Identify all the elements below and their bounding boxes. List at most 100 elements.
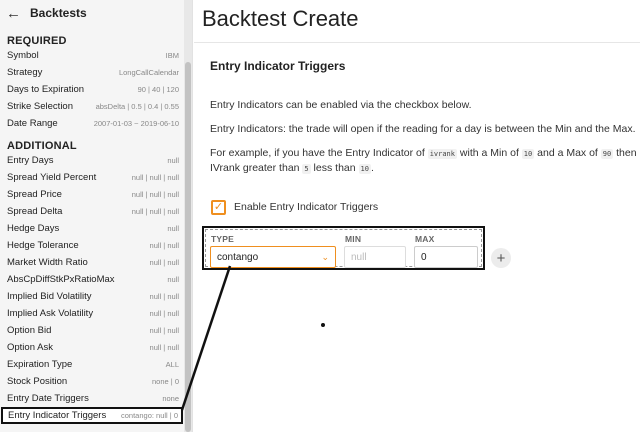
example-text-d: then — [613, 147, 637, 159]
sidebar-item-spread-delta[interactable]: Spread Delta null | null | null — [0, 203, 184, 220]
sidebar-item-label: Strike Selection — [7, 101, 74, 112]
sidebar-item-implied-ask-volatility[interactable]: Implied Ask Volatility null | null — [0, 305, 184, 322]
sidebar-item-label: Entry Days — [7, 155, 54, 166]
sidebar-scrollbar-thumb[interactable] — [185, 62, 191, 432]
example-line-2: IVrank greater than 5 less than 10. — [210, 162, 374, 174]
sidebar-item-label: Market Width Ratio — [7, 257, 88, 268]
arrow-left-icon[interactable]: ← — [6, 6, 24, 21]
sidebar-item-entry-date-triggers[interactable]: Entry Date Triggers none — [0, 390, 184, 407]
sidebar-item-option-ask[interactable]: Option Ask null | null — [0, 339, 184, 356]
max-input[interactable] — [414, 246, 478, 268]
example-text-a: For example, if you have the Entry Indic… — [210, 147, 428, 159]
sidebar-item-value: 90 | 40 | 120 — [137, 85, 179, 94]
sidebar-item-value: null | null | null — [131, 173, 179, 182]
enable-triggers-label[interactable]: Enable Entry Indicator Triggers — [234, 201, 378, 213]
sidebar-item-value: LongCallCalendar — [118, 68, 179, 77]
sidebar-item-label: Entry Date Triggers — [7, 393, 89, 404]
sidebar-item-value: IBM — [165, 51, 179, 60]
sidebar-item-hedge-days[interactable]: Hedge Days null — [0, 220, 184, 237]
sidebar-item-value: null | null — [149, 343, 179, 352]
sidebar-item-value: null | null | null — [131, 207, 179, 216]
add-trigger-button[interactable]: + — [491, 248, 511, 268]
sidebar-item-strategy[interactable]: Strategy LongCallCalendar — [0, 64, 184, 81]
sidebar-item-value: null — [167, 156, 179, 165]
type-select-value: contango — [217, 251, 259, 263]
description-line-1: Entry Indicators can be enabled via the … — [210, 99, 472, 111]
example-code-min: 10 — [521, 149, 535, 159]
sidebar-item-value: null | null — [149, 292, 179, 301]
max-column-label: MAX — [415, 234, 435, 244]
sidebar-item-entry-indicator-triggers[interactable]: Entry Indicator Triggers contango: null |… — [1, 407, 183, 424]
min-input[interactable] — [344, 246, 406, 268]
example-text-f: less than — [310, 162, 359, 174]
sidebar-item-label: Spread Delta — [7, 206, 63, 217]
sidebar-item-label: Stock Position — [7, 376, 68, 387]
description-line-2: Entry Indicators: the trade will open if… — [210, 123, 636, 135]
sidebar-item-option-bid[interactable]: Option Bid null | null — [0, 322, 184, 339]
sidebar-item-label: AbsCpDiffStkPxRatioMax — [7, 274, 115, 285]
sidebar-item-label: Implied Ask Volatility — [7, 308, 94, 319]
sidebar-item-label: Date Range — [7, 118, 58, 129]
sidebar-item-stock-position[interactable]: Stock Position none | 0 — [0, 373, 184, 390]
sidebar-item-market-width-ratio[interactable]: Market Width Ratio null | null — [0, 254, 184, 271]
sidebar-item-label: Option Bid — [7, 325, 52, 336]
sidebar-item-value: null | null — [149, 241, 179, 250]
enable-triggers-checkbox[interactable]: ✓ — [211, 200, 226, 215]
example-code-ivrank: ivrank — [427, 149, 457, 159]
type-select[interactable]: contango ⌄ — [210, 246, 336, 268]
sidebar-item-value: contango: null | 0 — [121, 411, 178, 420]
example-text-g: . — [370, 162, 374, 174]
sidebar-item-label: Days to Expiration — [7, 84, 85, 95]
min-column-label: MIN — [345, 234, 362, 244]
sidebar-item-value: null — [167, 275, 179, 284]
example-code-max: 90 — [600, 149, 614, 159]
page-title: Backtest Create — [202, 6, 359, 31]
sidebar-item-value: 2007-01-03 ~ 2019-06-10 — [93, 119, 179, 128]
sidebar-item-value: null | null — [149, 326, 179, 335]
cursor-dot — [321, 323, 325, 327]
sidebar-item-label: Implied Bid Volatility — [7, 291, 92, 302]
main-content: Backtest Create Entry Indicator Triggers… — [194, 0, 640, 432]
sidebar-item-spread-price[interactable]: Spread Price null | null | null — [0, 186, 184, 203]
sidebar-item-abscpdiffstkpxratiomax[interactable]: AbsCpDiffStkPxRatioMax null — [0, 271, 184, 288]
sidebar-item-value: none | 0 — [152, 377, 179, 386]
sidebar-item-entry-days[interactable]: Entry Days null — [0, 152, 184, 169]
sidebar-item-label: Entry Indicator Triggers — [8, 410, 107, 421]
additional-section-label: ADDITIONAL — [7, 140, 77, 152]
sidebar-item-label: Spread Yield Percent — [7, 172, 97, 183]
sidebar-item-label: Hedge Tolerance — [7, 240, 79, 251]
sidebar-item-value: absDelta | 0.5 | 0.4 | 0.55 — [95, 102, 179, 111]
required-section-label: REQUIRED — [7, 35, 67, 47]
sidebar-item-value: ALL — [165, 360, 179, 369]
sidebar-item-label: Hedge Days — [7, 223, 60, 234]
chevron-down-icon: ⌄ — [321, 251, 329, 262]
example-line-1: For example, if you have the Entry Indic… — [210, 147, 637, 159]
sidebar-item-value: null | null | null — [131, 190, 179, 199]
sidebar-item-value: null — [167, 224, 179, 233]
sidebar-item-value: null | null — [149, 309, 179, 318]
sidebar-header: ← Backtests — [0, 0, 184, 26]
trigger-row: TYPE MIN MAX contango ⌄ — [202, 226, 485, 270]
sidebar-item-spread-yield-percent[interactable]: Spread Yield Percent null | null | null — [0, 169, 184, 186]
sidebar-item-label: Spread Price — [7, 189, 62, 200]
example-text-b: with a Min of — [457, 147, 522, 159]
sidebar-item-hedge-tolerance[interactable]: Hedge Tolerance null | null — [0, 237, 184, 254]
sidebar-item-date-range[interactable]: Date Range 2007-01-03 ~ 2019-06-10 — [0, 115, 184, 132]
sidebar-item-implied-bid-volatility[interactable]: Implied Bid Volatility null | null — [0, 288, 184, 305]
sidebar-item-strike-selection[interactable]: Strike Selection absDelta | 0.5 | 0.4 | 0… — [0, 98, 184, 115]
checkmark-icon: ✓ — [213, 201, 224, 213]
sidebar-item-label: Expiration Type — [7, 359, 73, 370]
type-column-label: TYPE — [211, 234, 235, 244]
sidebar-item-days-to-expiration[interactable]: Days to Expiration 90 | 40 | 120 — [0, 81, 184, 98]
sidebar-item-value: none — [162, 394, 179, 403]
sidebar-item-label: Symbol — [7, 50, 39, 61]
sidebar-item-label: Strategy — [7, 67, 43, 78]
sidebar-item-label: Option Ask — [7, 342, 53, 353]
sidebar-item-symbol[interactable]: Symbol IBM — [0, 47, 184, 64]
sidebar-item-value: null | null — [149, 258, 179, 267]
plus-icon: + — [496, 249, 506, 267]
sidebar-item-expiration-type[interactable]: Expiration Type ALL — [0, 356, 184, 373]
sidebar: ← Backtests REQUIRED Symbol IBM Strategy Lo… — [0, 0, 193, 432]
example-text-c: and a Max of — [534, 147, 601, 159]
example-code-upper: 10 — [358, 164, 371, 174]
